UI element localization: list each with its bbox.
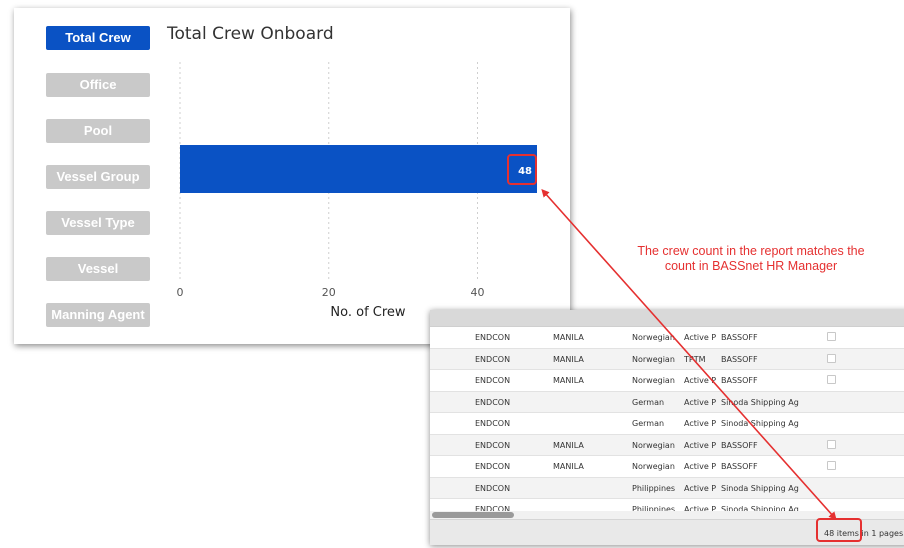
table-cell: Philippines bbox=[632, 483, 676, 493]
row-checkbox[interactable] bbox=[827, 375, 836, 384]
table-cell: Sinoda Shipping Ag bbox=[721, 483, 799, 493]
table-cell: Active Pc bbox=[684, 419, 716, 428]
table-cell: BASSOFF bbox=[721, 333, 758, 342]
report-panel: Total Crew Office Pool Vessel Group Vessel T… bbox=[14, 8, 570, 344]
chart-bars: 48 bbox=[180, 145, 537, 193]
row-checkbox[interactable] bbox=[827, 439, 836, 449]
bar-total-crew[interactable] bbox=[180, 145, 537, 193]
row-checkbox[interactable] bbox=[827, 332, 836, 341]
x-tick-label: 40 bbox=[471, 286, 485, 299]
table-cell: Norwegian bbox=[632, 462, 675, 471]
annotation-line-2: count in BASSnet HR Manager bbox=[664, 259, 838, 273]
grid-body: ENDCONMANILANorwegianActive PcBASSOFFEND… bbox=[430, 327, 904, 521]
table-cell: Active Pc bbox=[684, 333, 716, 342]
table-cell: ENDCON bbox=[475, 483, 511, 493]
table-cell: Active Pc bbox=[684, 440, 716, 450]
table-row[interactable]: ENDCON MANILA Norwegian Active Pc BASSOFF bbox=[430, 456, 904, 478]
table-row[interactable]: ENDCON MANILA Norwegian TPTM BASSOFF bbox=[430, 348, 904, 370]
table-cell: Active Pc bbox=[684, 397, 716, 407]
annotation-note: The crew count in the report matches the… bbox=[606, 244, 896, 274]
table-cell: Norwegian bbox=[632, 354, 675, 364]
table-cell: ENDCON bbox=[475, 376, 511, 385]
row-checkbox[interactable] bbox=[827, 353, 836, 363]
pager-item-count: 48 items in 1 pages bbox=[824, 529, 904, 538]
bar-value-label: 48 bbox=[518, 166, 532, 177]
table-cell: BASSOFF bbox=[721, 376, 758, 385]
table-cell: Norwegian bbox=[632, 440, 675, 450]
x-tick-label: 20 bbox=[322, 286, 336, 299]
table-cell: MANILA bbox=[553, 333, 584, 342]
table-cell: MANILA bbox=[553, 354, 584, 364]
table-cell: ENDCON bbox=[475, 397, 511, 407]
table-row[interactable]: ENDCON Philippines Active Pc Sinoda Shippin… bbox=[430, 477, 904, 499]
chart-ticks: 0 20 40 bbox=[177, 286, 485, 299]
table-row[interactable]: ENDCON German Active Pc Sinoda Shipping Ag bbox=[430, 391, 904, 413]
table-cell: BASSOFF bbox=[721, 354, 758, 364]
grid-header bbox=[430, 310, 904, 327]
table-cell: BASSOFF bbox=[721, 440, 758, 450]
table-cell: ENDCON bbox=[475, 440, 511, 450]
table-cell: MANILA bbox=[553, 376, 584, 385]
bar-chart: 48 0 20 40 No. of Crew bbox=[177, 62, 537, 320]
table-cell: Active Pc bbox=[684, 483, 716, 493]
scrollbar-thumb[interactable] bbox=[432, 512, 514, 518]
table-cell: German bbox=[632, 419, 665, 428]
table-cell: TPTM bbox=[684, 354, 706, 364]
row-checkbox[interactable] bbox=[827, 461, 836, 470]
x-axis-label: No. of Crew bbox=[330, 305, 406, 320]
table-cell: ENDCON bbox=[475, 419, 511, 428]
table-cell: BASSOFF bbox=[721, 462, 758, 471]
table-cell: ENDCON bbox=[475, 462, 511, 471]
table-cell: MANILA bbox=[553, 462, 584, 471]
x-tick-label: 0 bbox=[177, 286, 184, 299]
table-row[interactable]: ENDCON MANILA Norwegian Active Pc BASSOFF bbox=[430, 370, 904, 392]
table-cell: Sinoda Shipping Ag bbox=[721, 397, 799, 407]
table-cell: Active Pc bbox=[684, 462, 716, 471]
table-row[interactable]: ENDCON MANILA Norwegian Active Pc BASSOFF bbox=[430, 434, 904, 456]
table-cell: ENDCON bbox=[475, 333, 511, 342]
table-cell: Sinoda Shipping Ag bbox=[721, 419, 799, 428]
table-row[interactable]: ENDCON MANILA Norwegian Active Pc BASSOFF bbox=[430, 327, 904, 349]
table-cell: ENDCON bbox=[475, 354, 511, 364]
table-cell: Active Pc bbox=[684, 376, 716, 385]
table-cell: MANILA bbox=[553, 440, 584, 450]
table-cell: Norwegian bbox=[632, 333, 675, 342]
annotation-line-1: The crew count in the report matches the bbox=[637, 244, 865, 258]
horizontal-scrollbar[interactable] bbox=[430, 511, 904, 519]
table-row[interactable]: ENDCON German Active Pc Sinoda Shipping Ag bbox=[430, 413, 904, 435]
table-cell: Norwegian bbox=[632, 376, 675, 385]
table-cell: German bbox=[632, 397, 665, 407]
grid-footer: 48 items in 1 pages bbox=[430, 519, 904, 545]
crew-grid-panel: ENDCONMANILANorwegianActive PcBASSOFFEND… bbox=[430, 310, 904, 545]
